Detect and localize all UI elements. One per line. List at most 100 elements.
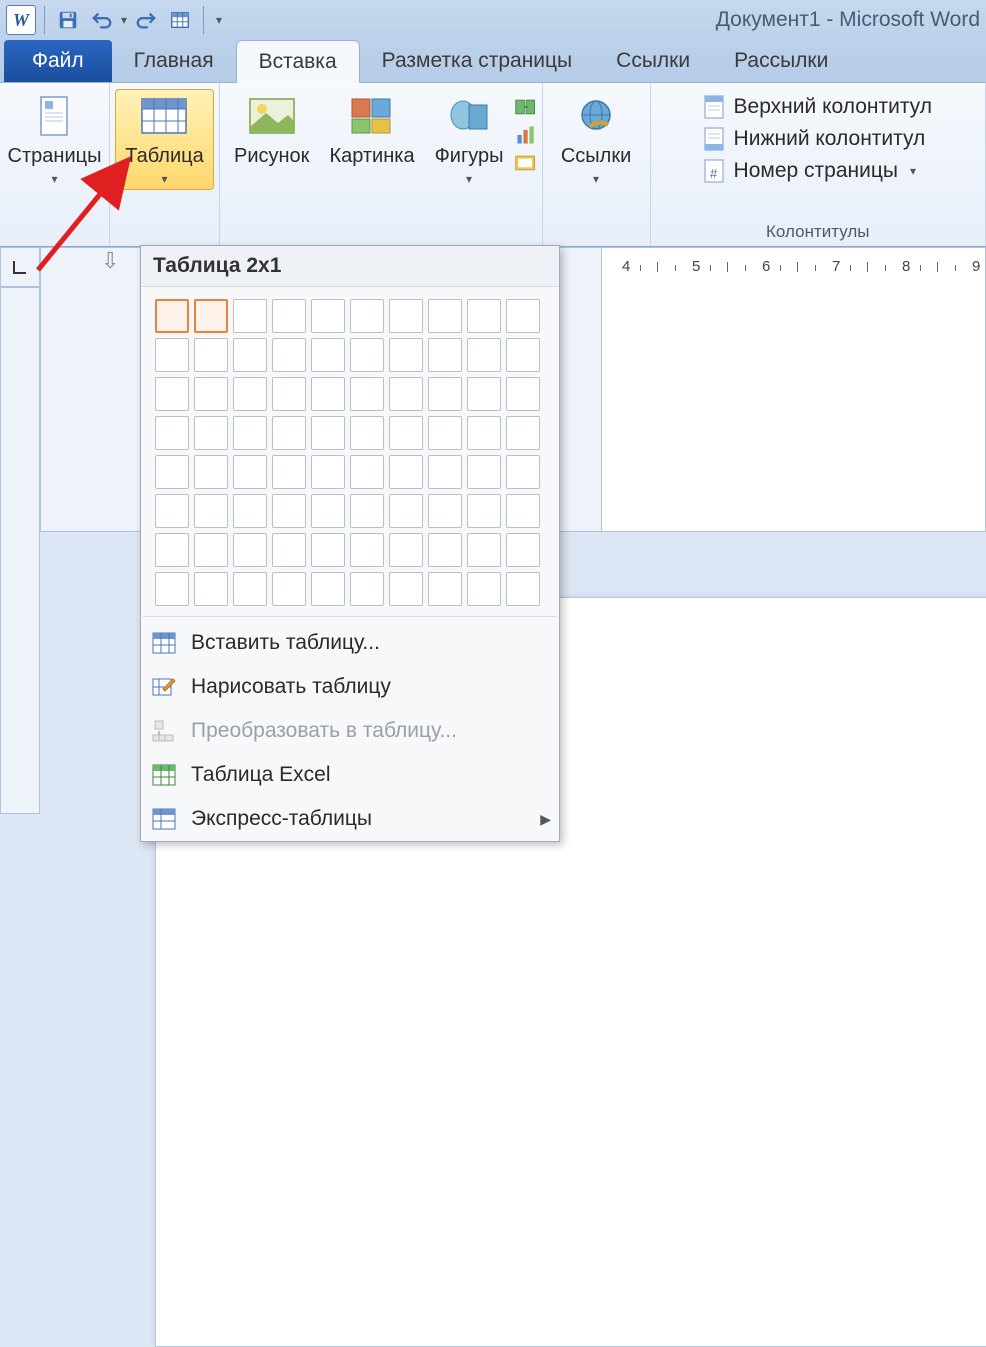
ruler-corner[interactable] [0,247,40,287]
pages-button[interactable]: Страницы ▾ [0,89,111,190]
grid-cell[interactable] [155,416,189,450]
grid-cell[interactable] [428,338,462,372]
grid-cell[interactable] [428,455,462,489]
grid-cell[interactable] [311,572,345,606]
grid-cell[interactable] [155,533,189,567]
grid-cell[interactable] [350,416,384,450]
quick-tables-item[interactable]: Экспресс-таблицы ▶ [141,797,559,841]
grid-cell[interactable] [428,494,462,528]
grid-cell[interactable] [233,338,267,372]
grid-cell[interactable] [428,572,462,606]
grid-cell[interactable] [311,416,345,450]
grid-cell[interactable] [194,299,228,333]
grid-cell[interactable] [233,533,267,567]
grid-cell[interactable] [194,494,228,528]
grid-cell[interactable] [155,572,189,606]
grid-cell[interactable] [272,377,306,411]
grid-cell[interactable] [506,455,540,489]
grid-cell[interactable] [467,494,501,528]
picture-button[interactable]: Рисунок [224,89,319,190]
grid-cell[interactable] [389,377,423,411]
grid-cell[interactable] [272,455,306,489]
grid-cell[interactable] [272,494,306,528]
grid-cell[interactable] [155,377,189,411]
grid-cell[interactable] [389,572,423,606]
tab-insert[interactable]: Вставка [236,40,360,83]
grid-cell[interactable] [311,377,345,411]
clipart-button[interactable]: Картинка [319,89,424,190]
table-quick-button[interactable] [165,5,195,35]
grid-cell[interactable] [194,455,228,489]
grid-cell[interactable] [311,494,345,528]
grid-cell[interactable] [467,299,501,333]
grid-cell[interactable] [467,572,501,606]
grid-cell[interactable] [311,338,345,372]
grid-cell[interactable] [233,377,267,411]
grid-cell[interactable] [272,416,306,450]
tab-home[interactable]: Главная [112,40,236,82]
grid-cell[interactable] [506,377,540,411]
grid-cell[interactable] [428,299,462,333]
grid-cell[interactable] [350,494,384,528]
grid-cell[interactable] [311,533,345,567]
grid-cell[interactable] [428,416,462,450]
smartart-button[interactable] [514,95,538,119]
app-icon[interactable]: W [6,5,36,35]
grid-cell[interactable] [467,377,501,411]
grid-cell[interactable] [428,533,462,567]
grid-cell[interactable] [194,416,228,450]
grid-cell[interactable] [233,572,267,606]
links-button[interactable]: Ссылки ▾ [551,89,641,190]
save-button[interactable] [53,5,83,35]
vertical-ruler[interactable] [0,287,40,814]
undo-button[interactable] [87,5,117,35]
grid-cell[interactable] [389,533,423,567]
grid-cell[interactable] [233,299,267,333]
grid-cell[interactable] [350,338,384,372]
grid-cell[interactable] [194,572,228,606]
tab-mailings[interactable]: Рассылки [712,40,850,82]
grid-cell[interactable] [155,338,189,372]
grid-cell[interactable] [194,338,228,372]
grid-cell[interactable] [506,533,540,567]
screenshot-button[interactable] [514,151,538,175]
grid-cell[interactable] [506,572,540,606]
grid-cell[interactable] [467,533,501,567]
grid-cell[interactable] [389,299,423,333]
grid-cell[interactable] [350,377,384,411]
grid-cell[interactable] [428,377,462,411]
page-number-button[interactable]: # Номер страницы ▾ [702,159,932,183]
grid-cell[interactable] [194,377,228,411]
grid-cell[interactable] [467,455,501,489]
grid-cell[interactable] [155,455,189,489]
tab-layout[interactable]: Разметка страницы [360,40,595,82]
grid-cell[interactable] [194,533,228,567]
grid-cell[interactable] [155,299,189,333]
tab-references[interactable]: Ссылки [594,40,712,82]
qat-customize[interactable]: ▾ [216,13,222,27]
grid-cell[interactable] [233,494,267,528]
grid-cell[interactable] [389,416,423,450]
grid-cell[interactable] [506,416,540,450]
grid-cell[interactable] [350,455,384,489]
grid-cell[interactable] [506,338,540,372]
footer-button[interactable]: Нижний колонтитул [702,127,932,151]
grid-cell[interactable] [350,572,384,606]
grid-cell[interactable] [272,533,306,567]
grid-cell[interactable] [272,338,306,372]
grid-cell[interactable] [506,299,540,333]
chart-button[interactable] [514,123,538,147]
draw-table-item[interactable]: Нарисовать таблицу [141,665,559,709]
table-grid-picker[interactable] [141,287,559,612]
grid-cell[interactable] [467,416,501,450]
grid-cell[interactable] [233,416,267,450]
grid-cell[interactable] [506,494,540,528]
grid-cell[interactable] [311,299,345,333]
grid-cell[interactable] [350,299,384,333]
redo-button[interactable] [131,5,161,35]
undo-dropdown[interactable]: ▾ [121,13,127,27]
table-button[interactable]: Таблица ▾ [115,89,213,190]
grid-cell[interactable] [272,572,306,606]
grid-cell[interactable] [311,455,345,489]
grid-cell[interactable] [389,455,423,489]
